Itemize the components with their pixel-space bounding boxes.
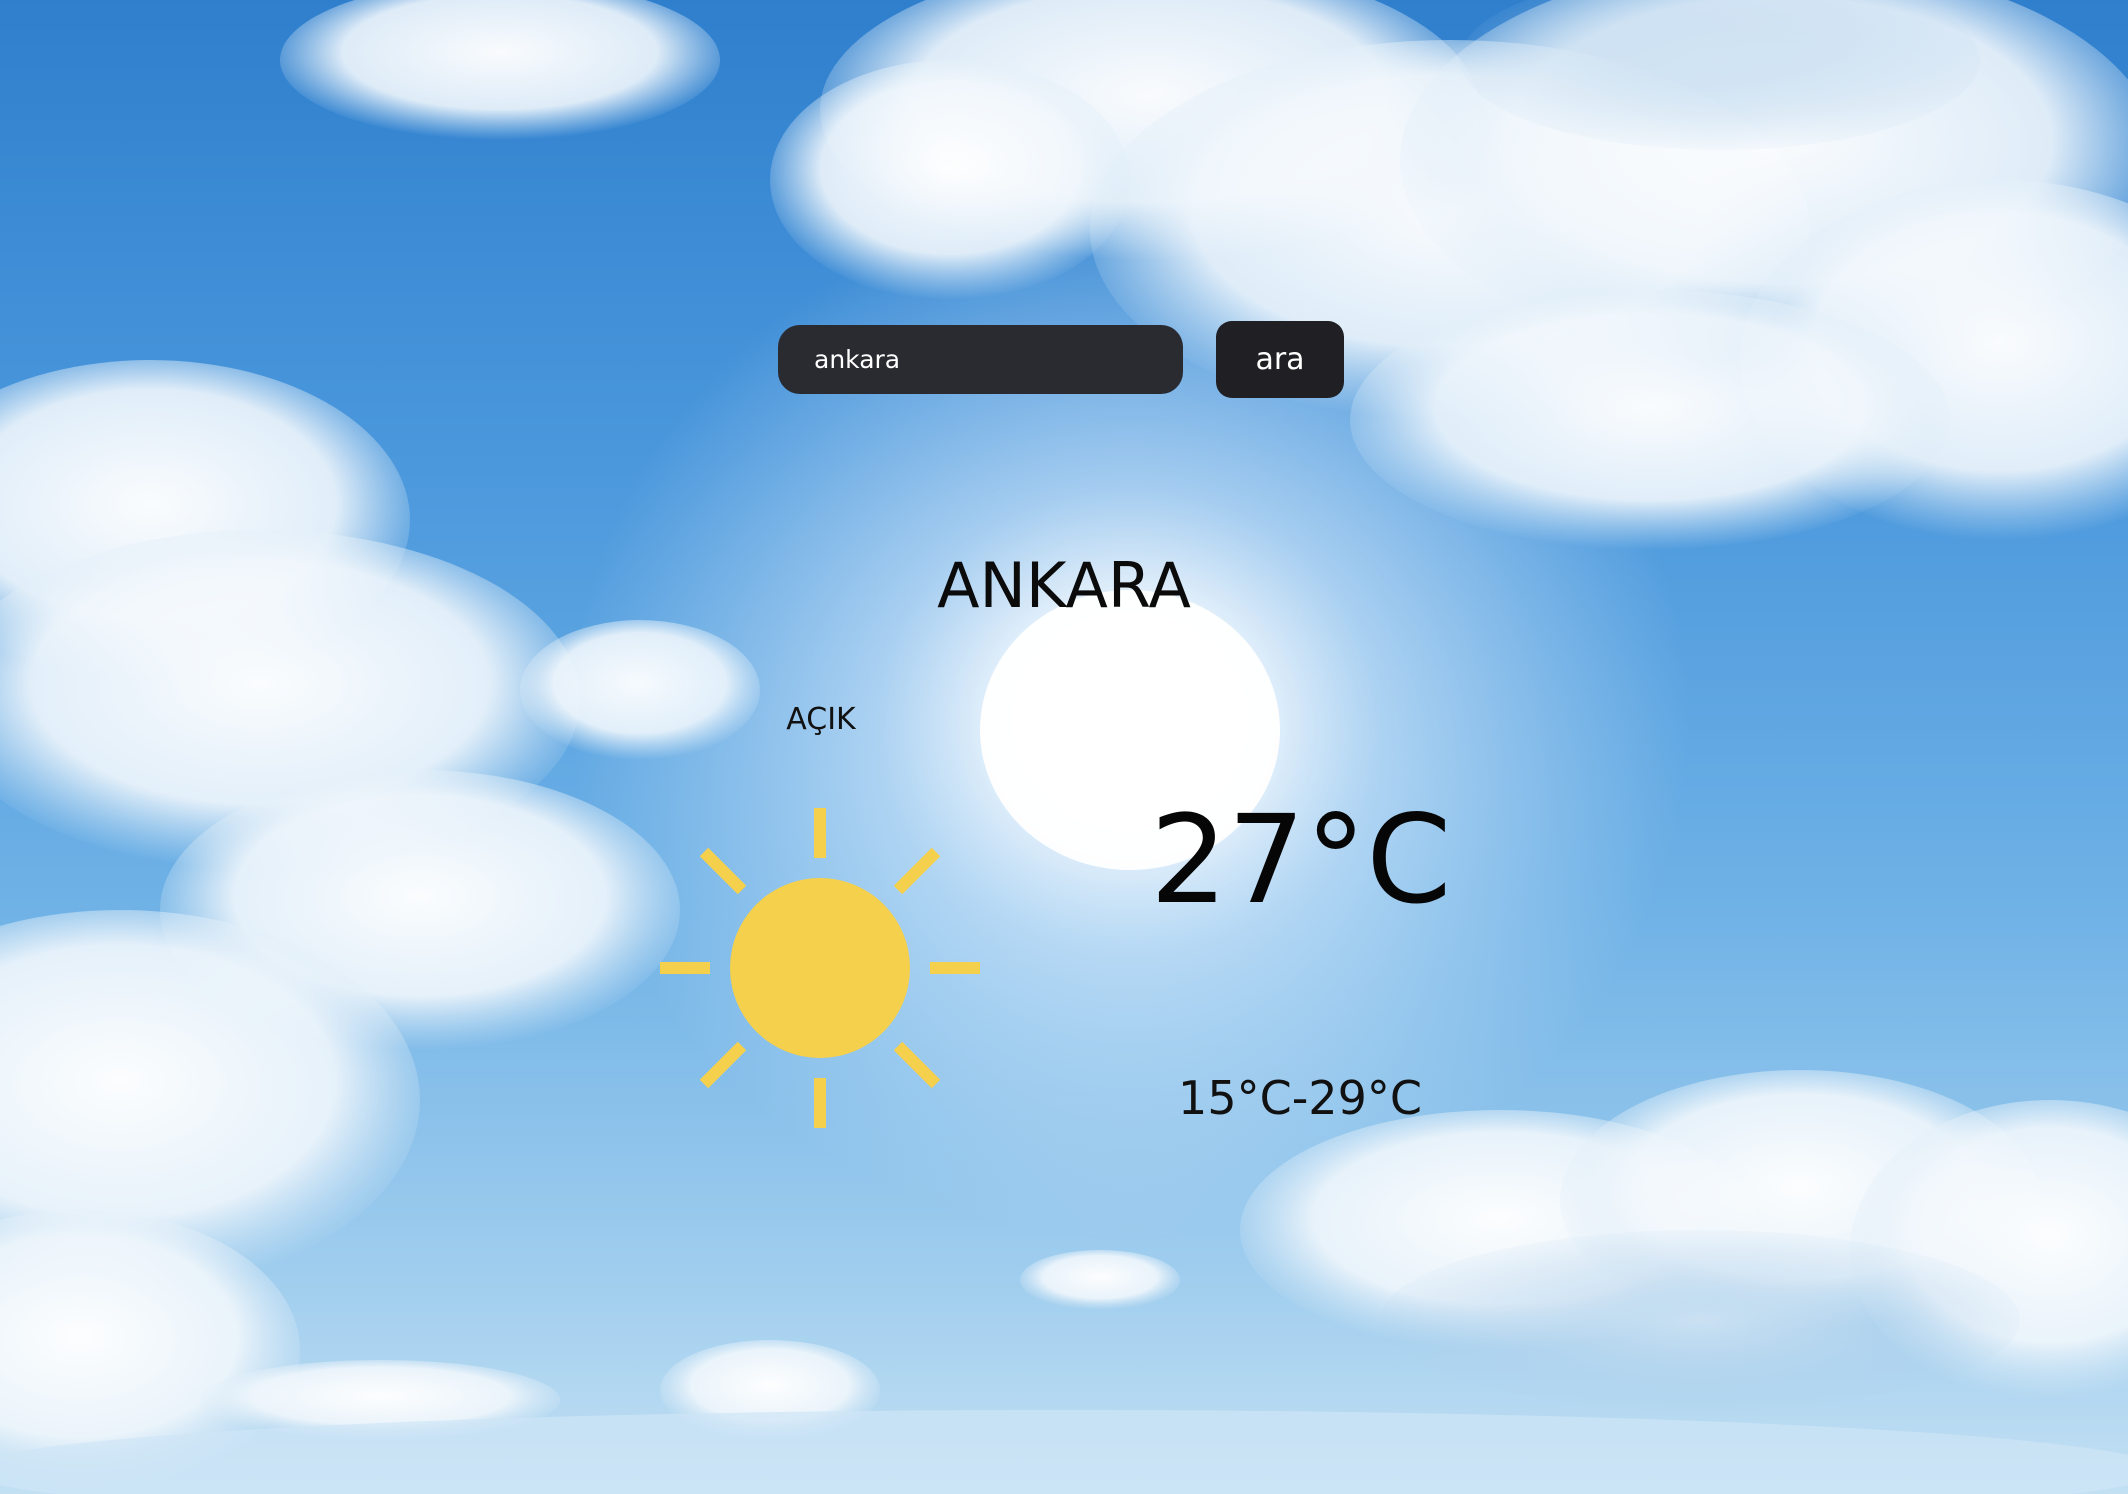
current-temperature: 27°C xyxy=(1150,789,1452,931)
weather-app: ara ANKARA AÇIK 27°C 15°C-29°C xyxy=(0,0,2128,1494)
weather-condition: AÇIK xyxy=(786,702,856,737)
search-button[interactable]: ara xyxy=(1216,321,1344,398)
city-name: ANKARA xyxy=(0,548,2128,624)
sky-background xyxy=(0,0,2128,1494)
temperature-range: 15°C-29°C xyxy=(1178,1071,1422,1125)
search-input[interactable] xyxy=(778,325,1183,394)
sun-icon xyxy=(660,808,980,1128)
city-name-text: ANKARA xyxy=(937,549,1191,622)
